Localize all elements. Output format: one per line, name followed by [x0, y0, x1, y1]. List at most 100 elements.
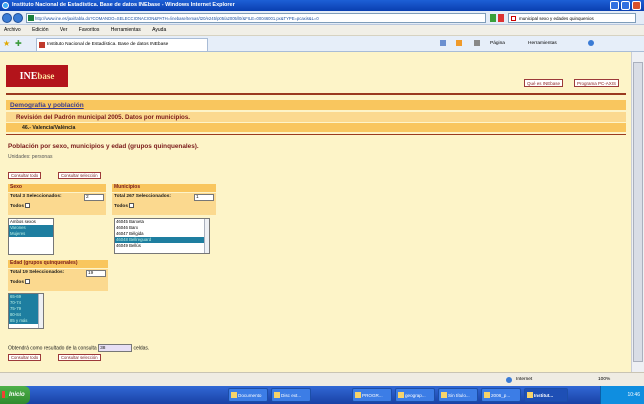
- logo-base-text: base: [37, 71, 55, 81]
- stop-icon[interactable]: [498, 14, 504, 22]
- feeds-icon[interactable]: [456, 40, 462, 46]
- tab-ine[interactable]: Instituto Nacional de Estadística. Base …: [36, 38, 208, 51]
- menu-ver[interactable]: Ver: [60, 25, 68, 36]
- herramientas-menu[interactable]: Herramientas: [528, 39, 557, 49]
- consultar-seleccion-button-top[interactable]: Consultar selección: [58, 172, 101, 179]
- edad-panel: Total 19 Seleccionados: 19 Todos: [8, 269, 108, 291]
- document-icon: [484, 392, 490, 398]
- zone-label: Internet: [516, 377, 533, 382]
- units-label: Unidades: personas: [8, 154, 53, 160]
- system-tray: 10:46: [600, 386, 644, 404]
- edad-header: Edad (grupos quinquenales): [8, 260, 108, 268]
- ie-icon: [2, 2, 9, 9]
- folder-icon: [274, 392, 280, 398]
- internet-zone-icon: [506, 377, 512, 383]
- document-icon: [441, 392, 447, 398]
- municipios-listbox[interactable]: 46045 Barxeta 46046 Barx 46047 Bèlgida 4…: [114, 218, 210, 254]
- search-input[interactable]: municipal sexo y edades quinquenios: [508, 13, 636, 23]
- pagina-menu[interactable]: Página: [490, 39, 505, 49]
- menu-edicion[interactable]: Edición: [32, 25, 48, 36]
- municipios-total-label: Total 267 Seleccionados:: [114, 194, 171, 199]
- menu-archivo[interactable]: Archivo: [4, 25, 21, 36]
- back-icon[interactable]: [2, 13, 12, 23]
- taskbar-item[interactable]: 2006_p...: [481, 388, 521, 402]
- municipios-selected-count[interactable]: 1: [194, 194, 214, 201]
- sexo-listbox[interactable]: Ambos sexos Varones Mujeres: [8, 218, 54, 255]
- taskbar-item[interactable]: PROGR...: [352, 388, 392, 402]
- logo-ine-text: INE: [19, 71, 38, 82]
- sexo-selected-count[interactable]: 2: [84, 194, 104, 201]
- maximize-button[interactable]: [621, 1, 630, 10]
- search-text: municipal sexo y edades quinquenios: [519, 16, 594, 21]
- taskbar-item-label: Disc ext...: [281, 393, 302, 398]
- home-icon[interactable]: [440, 40, 446, 46]
- header-divider: [6, 93, 626, 95]
- taskbar-item[interactable]: Sin título...: [438, 388, 478, 402]
- taskbar-item[interactable]: geograp...: [395, 388, 435, 402]
- menu-herramientas[interactable]: Herramientas: [111, 25, 141, 36]
- municipio-option[interactable]: 46049 Bellús: [115, 243, 209, 249]
- menu-ayuda[interactable]: Ayuda: [152, 25, 166, 36]
- edad-selected-count[interactable]: 19: [86, 270, 106, 277]
- sexo-todos-checkbox[interactable]: [25, 203, 31, 209]
- close-button[interactable]: [632, 1, 641, 10]
- clock[interactable]: 10:46: [627, 392, 640, 398]
- url-field[interactable]: http://www.ine.es/jaxi/tabla.do?COMANDO=…: [26, 13, 486, 23]
- result-suffix: celdas.: [133, 345, 150, 352]
- table-title: Población por sexo, municipios y edad (g…: [8, 143, 199, 150]
- result-prefix: Obtendrá como resultado de la consulta: [8, 345, 97, 352]
- section-link[interactable]: Demografía y población: [10, 102, 84, 109]
- edad-listbox[interactable]: 65-69 70-74 75-79 80-84 85 y más: [8, 293, 44, 329]
- province-title: 46.- Valencia/València: [22, 125, 76, 131]
- menu-favoritos[interactable]: Favoritos: [79, 25, 100, 36]
- taskbar-item-label: 2006_p...: [491, 393, 511, 398]
- tab-title: Instituto Nacional de Estadística. Base …: [47, 42, 169, 47]
- refresh-icon[interactable]: [490, 14, 496, 22]
- municipios-listbox-scrollbar[interactable]: [204, 219, 209, 253]
- taskbar-item[interactable]: Disc ext...: [271, 388, 311, 402]
- edad-todos-label: Todos: [10, 280, 25, 285]
- edad-todos-checkbox[interactable]: [25, 279, 31, 285]
- edad-total-label: Total 19 Seleccionados:: [10, 270, 65, 275]
- page-scrollbar[interactable]: [631, 52, 644, 372]
- consultar-todo-button-bottom[interactable]: Consultar todo: [8, 354, 42, 361]
- status-bar: Internet 100%: [0, 372, 644, 386]
- sexo-option[interactable]: Mujeres: [9, 231, 53, 237]
- municipios-todos-checkbox[interactable]: [129, 203, 135, 209]
- start-label: Inicio: [9, 392, 25, 398]
- consultar-todo-button-top[interactable]: Consultar todo: [8, 172, 42, 179]
- sexo-todos-label: Todos: [10, 204, 25, 209]
- taskbar-item-label: Institut...: [534, 393, 554, 398]
- live-search-icon: [511, 16, 516, 21]
- municipios-header: Municipios: [112, 184, 216, 192]
- taskbar-item-label: Sin título...: [448, 393, 470, 398]
- taskbar-item-label: geograp...: [405, 393, 426, 398]
- print-icon[interactable]: [474, 40, 480, 46]
- municipios-todos-label: Todos: [114, 204, 129, 209]
- ie-icon: [527, 392, 533, 398]
- address-bar: http://www.ine.es/jaxi/tabla.do?COMANDO=…: [0, 11, 644, 25]
- zoom-level[interactable]: 100%: [598, 373, 610, 386]
- forward-icon[interactable]: [13, 13, 23, 23]
- minimize-button[interactable]: [610, 1, 619, 10]
- taskbar-item[interactable]: Documento: [228, 388, 268, 402]
- inebase-logo[interactable]: INEbase: [6, 65, 68, 87]
- result-line: Obtendrá como resultado de la consulta 3…: [8, 344, 149, 352]
- edad-listbox-scrollbar[interactable]: [38, 294, 43, 328]
- favorites-star-icon[interactable]: ★: [3, 40, 10, 48]
- que-es-inebase-link[interactable]: Qué es INEbase: [524, 79, 564, 87]
- programa-pcaxis-link[interactable]: Programa PC-AXIS: [574, 79, 620, 87]
- sexo-panel: Total 3 Seleccionados: 2 Todos: [8, 193, 106, 215]
- consultar-seleccion-button-bottom[interactable]: Consultar selección: [58, 354, 101, 361]
- help-icon[interactable]: [588, 40, 594, 46]
- start-button[interactable]: Inicio: [0, 386, 30, 404]
- sexo-total-label: Total 3 Seleccionados:: [10, 194, 62, 199]
- windows-flag-icon: [2, 391, 8, 398]
- url-text: http://www.ine.es/jaxi/tabla.do?COMANDO=…: [35, 16, 319, 21]
- folder-icon: [231, 392, 237, 398]
- add-favorite-icon[interactable]: ✚: [15, 40, 22, 48]
- taskbar-item-active[interactable]: Institut...: [524, 388, 568, 402]
- taskbar-item-label: Documento: [238, 393, 262, 398]
- page-favicon-icon: [28, 15, 34, 21]
- scrollbar-thumb[interactable]: [633, 62, 643, 362]
